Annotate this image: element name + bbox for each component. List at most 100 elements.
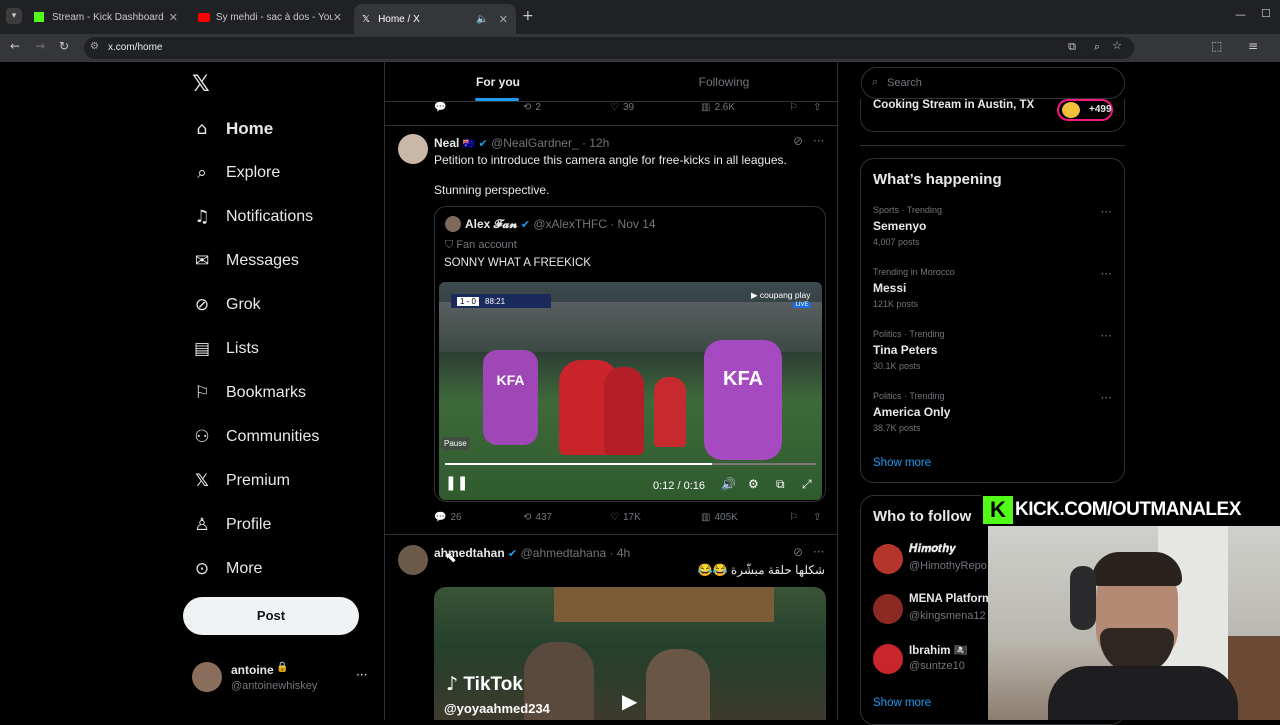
bookmark-icon[interactable]: ⚐	[789, 512, 798, 523]
sidebar-item-home[interactable]: ⌂ Home	[192, 114, 274, 144]
x-logo-icon[interactable]: 𝕏	[192, 72, 210, 97]
like-button[interactable]: ♡ 17K	[610, 512, 641, 523]
retweet-button[interactable]: ⟲ 2	[523, 102, 541, 113]
tab-title: Sy mehdi - sac à dos - YouTube	[215, 11, 333, 23]
author-handle[interactable]: @NealGardner_ · 12h	[491, 136, 609, 150]
sidebar-item-notifications[interactable]: ♫ Notifications	[192, 202, 313, 232]
close-icon[interactable]: ✕	[333, 11, 342, 24]
more-dots-icon[interactable]: ···	[1101, 391, 1112, 405]
tweet[interactable]: ahmedtahan ✔ @ahmedtahana · 4h ⊘ ··· شكل…	[385, 535, 837, 720]
author-handle[interactable]: @ahmedtahana · 4h	[521, 546, 631, 560]
pause-icon[interactable]: ❚❚	[445, 475, 468, 491]
x-favicon-icon: 𝕏	[362, 13, 371, 25]
trend-item[interactable]: Politics · Trending Tina Peters 30.1K post…	[873, 329, 1113, 371]
views-button[interactable]: ▥ 2.6K	[701, 102, 735, 113]
maximize-button[interactable]: ☐	[1261, 7, 1271, 20]
person-figure	[646, 649, 710, 720]
more-dots-icon[interactable]: ···	[813, 545, 824, 559]
extensions-icon[interactable]: ⬚	[1211, 39, 1222, 53]
flag-icon: 🇦🇺	[462, 139, 476, 150]
close-icon[interactable]: ✕	[499, 13, 508, 26]
cast-icon[interactable]: ⧉	[1068, 40, 1076, 54]
url-bar[interactable]: ⚙ x.com/home ⧉ ⌕ ☆	[84, 37, 1134, 59]
video-progress-fill	[445, 463, 713, 465]
star-icon[interactable]: ☆	[1112, 39, 1122, 52]
trend-item[interactable]: Trending in Morocco Messi 121K posts	[873, 267, 1113, 309]
sidebar-item-grok[interactable]: ⊘ Grok	[192, 290, 261, 320]
sidebar-item-more[interactable]: ⊙ More	[192, 554, 263, 584]
live-stream-card[interactable]: Cooking Stream in Austin, TX +499	[860, 99, 1125, 132]
bookmark-icon[interactable]: ⚐	[789, 102, 798, 113]
sidebar-item-communities[interactable]: ⚇ Communities	[192, 422, 319, 452]
menu-icon[interactable]: ≡	[1248, 39, 1258, 53]
more-dots-icon[interactable]: ···	[1101, 205, 1112, 219]
sidebar-item-premium[interactable]: 𝕏 Premium	[192, 466, 290, 496]
kick-favicon-icon	[34, 12, 44, 22]
grok-icon: ⊘	[194, 295, 210, 315]
video-progress-track[interactable]	[445, 463, 816, 465]
author-name[interactable]: ahmedtahan	[434, 546, 505, 560]
browser-tab-x[interactable]: 𝕏 Home / X 🔈 ✕	[354, 4, 516, 34]
site-info-icon[interactable]: ⚙	[90, 41, 99, 52]
sidebar-item-bookmarks[interactable]: ⚐ Bookmarks	[192, 378, 306, 408]
post-button[interactable]: Post	[183, 597, 359, 635]
account-switcher[interactable]: antoine 🔒 @antoinewhiskey ···	[190, 658, 372, 698]
people-icon: ⚇	[194, 427, 210, 447]
like-button[interactable]: ♡ 39	[610, 102, 634, 113]
views-button[interactable]: ▥ 405K	[701, 512, 738, 523]
heart-icon: ♡	[610, 102, 619, 113]
tab-for-you[interactable]: For you	[385, 62, 611, 102]
trend-name: America Only	[873, 405, 951, 419]
new-tab-button[interactable]: +	[522, 8, 534, 24]
show-more-link[interactable]: Show more	[873, 457, 931, 469]
back-icon[interactable]: ←	[10, 39, 20, 53]
more-dots-icon[interactable]: ···	[1101, 267, 1112, 281]
settings-icon[interactable]: ⚙	[748, 477, 759, 491]
browser-tab-youtube[interactable]: Sy mehdi - sac à dos - YouTube ✕	[190, 5, 350, 29]
video-player[interactable]: KFA KFA 1 - 0 88:21 ▶ coupang play LIVE …	[439, 282, 822, 500]
grok-icon[interactable]: ⊘	[793, 134, 803, 148]
fullscreen-icon[interactable]: ⤢	[802, 477, 812, 492]
speaker-icon[interactable]: 🔈	[476, 14, 488, 25]
reply-button[interactable]: 💬 26	[434, 512, 462, 523]
volume-icon[interactable]: 🔊	[721, 477, 736, 491]
sidebar-item-explore[interactable]: ⌕ Explore	[192, 158, 280, 188]
share-icon[interactable]: ⇧	[813, 102, 821, 113]
more-dots-icon[interactable]: ···	[813, 134, 824, 148]
tab-following[interactable]: Following	[611, 62, 837, 102]
more-dots-icon[interactable]: ···	[1101, 329, 1112, 343]
sidebar-item-messages[interactable]: ✉ Messages	[192, 246, 299, 276]
sidebar-item-profile[interactable]: ♙ Profile	[192, 510, 271, 540]
trend-item[interactable]: Politics · Trending America Only 38.7K pos…	[873, 391, 1113, 433]
zoom-icon[interactable]: ⌕	[1094, 40, 1100, 54]
share-icon[interactable]: ⇧	[813, 512, 821, 523]
show-more-link[interactable]: Show more	[873, 697, 931, 709]
trend-count: 121K posts	[873, 299, 919, 309]
sidebar-item-lists[interactable]: ▤ Lists	[192, 334, 259, 364]
more-dots-icon[interactable]: ···	[356, 668, 367, 682]
quote-text: SONNY WHAT A FREEKICK	[444, 257, 591, 269]
trend-item[interactable]: Sports · Trending Semenyo 4,007 posts	[873, 205, 1113, 247]
search-input[interactable]: ⌕ Search	[861, 67, 1125, 99]
tweet-video[interactable]: ♪ TikTok @yoyaahmed234 ▶	[434, 587, 826, 720]
address-toolbar: ← → ↻ ⚙ x.com/home ⧉ ⌕ ☆ ⬚ ≡	[0, 34, 1280, 62]
forward-icon[interactable]: →	[35, 39, 45, 53]
play-icon[interactable]: ▶	[622, 689, 637, 713]
reload-icon[interactable]: ↻	[59, 39, 69, 53]
quote-tweet[interactable]: Alex 𝓕𝓪𝓷 ✔ @xAlexTHFC · Nov 14 ⛉ Fan acc…	[434, 206, 826, 502]
pip-icon[interactable]: ⧉	[776, 477, 785, 492]
live-badge: LIVE	[793, 302, 811, 308]
grok-icon[interactable]: ⊘	[793, 545, 803, 559]
author-name[interactable]: Neal	[434, 136, 459, 150]
tweet[interactable]: Neal 🇦🇺 ✔ @NealGardner_ · 12h ⊘ ··· Peti…	[385, 126, 837, 566]
reply-button[interactable]: 💬	[434, 102, 446, 113]
avatar[interactable]	[398, 545, 428, 575]
close-icon[interactable]: ✕	[169, 11, 178, 24]
browser-tab-kick[interactable]: Stream - Kick Dashboard ✕	[26, 5, 186, 29]
x-icon: 𝕏	[195, 471, 209, 491]
minimize-button[interactable]: —	[1235, 8, 1246, 21]
retweet-button[interactable]: ⟲ 437	[523, 512, 552, 523]
feed-tabs: For you Following	[385, 62, 837, 102]
tab-list-button[interactable]: ▾	[6, 8, 22, 24]
avatar[interactable]	[398, 134, 428, 164]
